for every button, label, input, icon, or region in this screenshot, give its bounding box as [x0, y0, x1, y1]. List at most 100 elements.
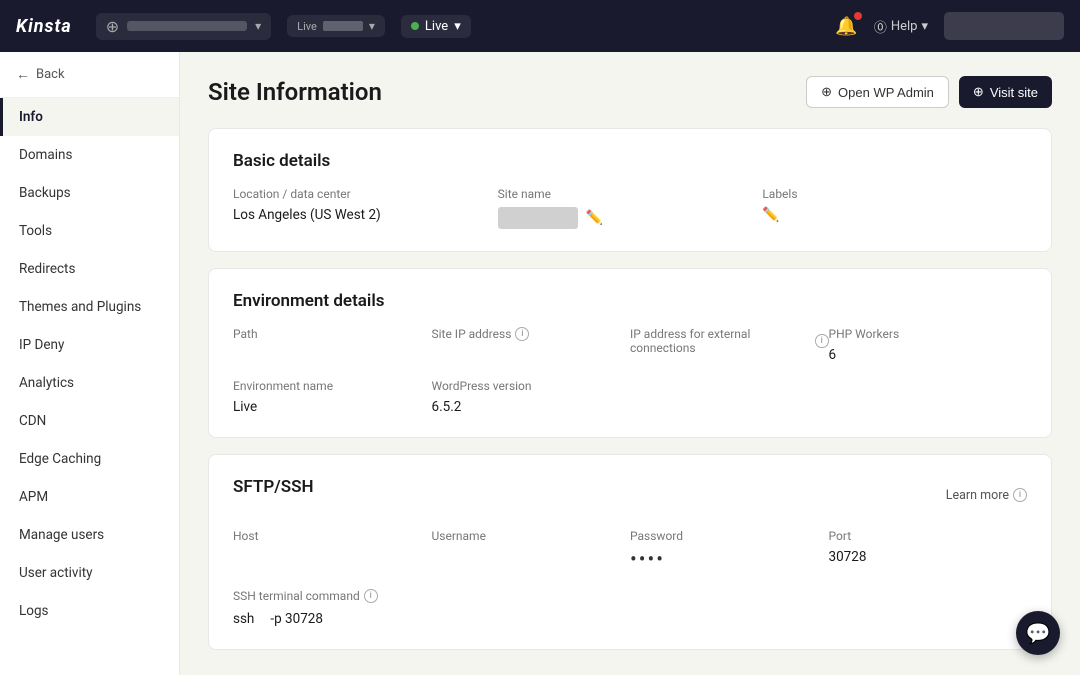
help-menu[interactable]: ⓪ Help ▾	[874, 17, 928, 36]
sidebar-item-info[interactable]: Info	[0, 98, 179, 136]
kinsta-logo: Kinsta	[16, 16, 72, 37]
sidebar-item-apm[interactable]: APM	[0, 478, 179, 516]
env-name-col: Environment name Live	[233, 379, 432, 415]
site-name-bar	[498, 207, 578, 229]
host-label: Host	[233, 529, 416, 543]
env-name-value: Live	[233, 399, 432, 415]
site-selector[interactable]: ⊕ ▾	[96, 13, 271, 40]
basic-details-card: Basic details Location / data center Los…	[208, 128, 1052, 252]
learn-more-link[interactable]: Learn more i	[946, 488, 1027, 503]
username-label: Username	[432, 529, 615, 543]
password-label: Password	[630, 529, 813, 543]
sidebar-item-redirects[interactable]: Redirects	[0, 250, 179, 288]
port-col: Port 30728	[829, 529, 1028, 569]
ssh-cmd-part2: -p 30728	[270, 611, 323, 627]
password-col: Password ••••	[630, 529, 829, 569]
help-label: Help	[891, 19, 918, 34]
ext-ip-col: IP address for external connections i	[630, 327, 829, 363]
sidebar-item-manage-users[interactable]: Manage users	[0, 516, 179, 554]
wp-version-col: WordPress version 6.5.2	[432, 379, 631, 415]
labels-edit-icon[interactable]: ✏️	[762, 207, 779, 223]
sidebar-item-backups[interactable]: Backups	[0, 174, 179, 212]
password-value: ••••	[630, 549, 813, 569]
page-header: Site Information ⊕ Open WP Admin ⊕ Visit…	[208, 76, 1052, 108]
php-workers-label: PHP Workers	[829, 327, 1028, 341]
sftp-card: SFTP/SSH Learn more i Host Username Pass…	[208, 454, 1052, 650]
sftp-grid: Host Username Password •••• Port 30728	[233, 529, 1027, 569]
sidebar-item-ip-deny[interactable]: IP Deny	[0, 326, 179, 364]
back-button[interactable]: ← Back	[0, 52, 179, 98]
sidebar-item-cdn[interactable]: CDN	[0, 402, 179, 440]
wp-admin-icon: ⊕	[821, 84, 832, 100]
page-header-actions: ⊕ Open WP Admin ⊕ Visit site	[806, 76, 1052, 108]
chat-button[interactable]: 💬	[1016, 611, 1060, 655]
ssh-section: SSH terminal command i ssh -p 30728	[233, 589, 1027, 627]
basic-details-grid: Location / data center Los Angeles (US W…	[233, 187, 1027, 229]
environment-details-grid: Path Site IP address i IP address for ex…	[233, 327, 1027, 363]
path-label: Path	[233, 327, 432, 341]
labels-label: Labels	[762, 187, 1007, 201]
site-ip-label: Site IP address i	[432, 327, 631, 341]
php-workers-value: 6	[829, 347, 1028, 363]
ssh-info-icon[interactable]: i	[364, 589, 378, 603]
visit-site-button[interactable]: ⊕ Visit site	[959, 76, 1052, 108]
site-name-col: Site name ✏️	[498, 187, 763, 229]
basic-details-title: Basic details	[233, 151, 1027, 171]
php-workers-col: PHP Workers 6	[829, 327, 1028, 363]
site-ip-info-icon[interactable]: i	[515, 327, 529, 341]
sidebar-item-tools[interactable]: Tools	[0, 212, 179, 250]
sidebar-item-edge-caching[interactable]: Edge Caching	[0, 440, 179, 478]
ext-ip-label: IP address for external connections i	[630, 327, 829, 355]
user-menu[interactable]	[944, 12, 1064, 40]
env-switcher-label: Live	[297, 20, 317, 33]
ssh-terminal-label: SSH terminal command i	[233, 589, 1027, 603]
wp-version-value: 6.5.2	[432, 399, 631, 415]
open-wp-admin-button[interactable]: ⊕ Open WP Admin	[806, 76, 949, 108]
sidebar: ← Back Info Domains Backups Tools Redire…	[0, 52, 180, 675]
back-label: Back	[36, 67, 65, 82]
top-navigation: Kinsta ⊕ ▾ Live ▾ Live ▾ 🔔 ⓪ Help ▾	[0, 0, 1080, 52]
location-label: Location / data center	[233, 187, 478, 201]
sidebar-item-user-activity[interactable]: User activity	[0, 554, 179, 592]
location-col: Location / data center Los Angeles (US W…	[233, 187, 498, 229]
sftp-title: SFTP/SSH	[233, 477, 314, 497]
username-col: Username	[432, 529, 631, 569]
wp-version-label: WordPress version	[432, 379, 631, 393]
help-chevron: ▾	[921, 19, 928, 34]
labels-col: Labels ✏️	[762, 187, 1027, 229]
sidebar-item-analytics[interactable]: Analytics	[0, 364, 179, 402]
site-name-label: Site name	[498, 187, 743, 201]
env-status[interactable]: Live ▾	[401, 15, 471, 38]
sidebar-item-logs[interactable]: Logs	[0, 592, 179, 630]
ext-ip-info-icon[interactable]: i	[815, 334, 829, 348]
app-layout: ← Back Info Domains Backups Tools Redire…	[0, 52, 1080, 675]
sidebar-item-domains[interactable]: Domains	[0, 136, 179, 174]
notification-badge	[854, 12, 862, 20]
site-name-bar	[127, 21, 247, 31]
chat-icon: 💬	[1026, 621, 1051, 645]
site-name-edit-icon[interactable]: ✏️	[586, 210, 603, 226]
notifications-bell[interactable]: 🔔	[835, 16, 857, 37]
env-live-label: Live	[425, 19, 448, 34]
learn-more-icon: i	[1013, 488, 1027, 502]
env-chevron: ▾	[369, 19, 375, 33]
sftp-header: SFTP/SSH Learn more i	[233, 477, 1027, 513]
labels-value: ✏️	[762, 207, 1007, 223]
env-switcher[interactable]: Live ▾	[287, 15, 385, 37]
ssh-cmd-part1: ssh	[233, 611, 254, 627]
wp-icon: ⊕	[106, 17, 119, 36]
visit-site-icon: ⊕	[973, 84, 984, 100]
env-name-label: Environment name	[233, 379, 432, 393]
environment-row2: Environment name Live WordPress version …	[233, 379, 1027, 415]
env-live-chevron: ▾	[454, 19, 461, 34]
main-content: Site Information ⊕ Open WP Admin ⊕ Visit…	[180, 52, 1080, 675]
site-name-value: ✏️	[498, 207, 743, 229]
ssh-command-row: ssh -p 30728	[233, 611, 1027, 627]
environment-details-card: Environment details Path Site IP address…	[208, 268, 1052, 438]
location-value: Los Angeles (US West 2)	[233, 207, 478, 223]
sidebar-item-themes-plugins[interactable]: Themes and Plugins	[0, 288, 179, 326]
environment-details-title: Environment details	[233, 291, 1027, 311]
port-label: Port	[829, 529, 1012, 543]
env-live-dot	[411, 22, 419, 30]
site-selector-chevron: ▾	[255, 19, 261, 33]
